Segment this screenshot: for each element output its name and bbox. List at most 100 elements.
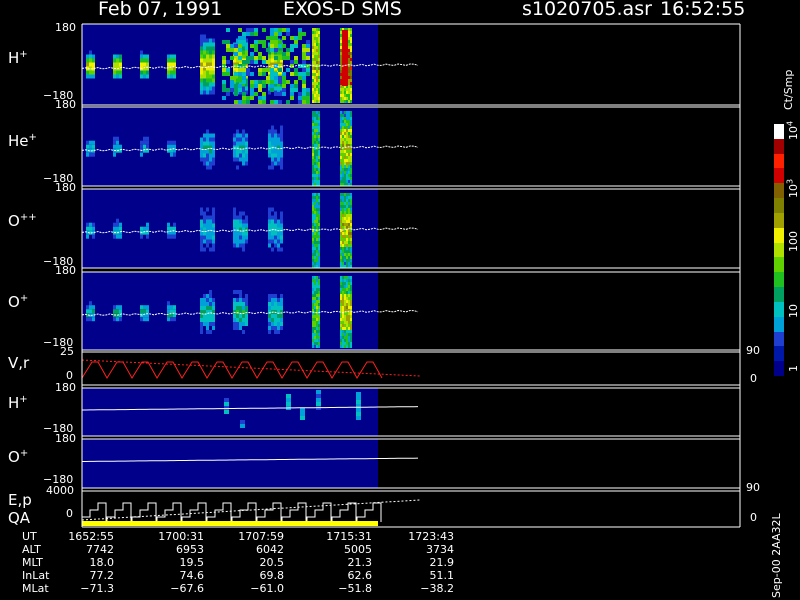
heatmap-cell (314, 126, 316, 129)
heatmap-cell (200, 330, 203, 334)
heatmap-cell (200, 62, 203, 67)
heatmap-cell (314, 303, 316, 306)
heatmap-cell (346, 162, 348, 165)
heatmap-cell (348, 327, 350, 330)
heatmap-cell (280, 133, 283, 138)
heatmap-cell (250, 60, 254, 64)
heatmap-cell (294, 36, 298, 40)
heatmap-cell (340, 100, 342, 103)
heatmap-cell (316, 123, 318, 126)
heatmap-cell (318, 76, 320, 79)
heatmap-cell (242, 72, 246, 76)
heatmap-cell (282, 92, 286, 96)
heatmap-cell (209, 153, 212, 158)
heatmap-cell (203, 137, 206, 142)
heatmap-cell (254, 80, 258, 84)
heatmap-cell (342, 97, 344, 100)
heatmap-cell (268, 326, 271, 330)
heatmap-cell (233, 290, 236, 294)
heatmap-cell (113, 317, 116, 322)
heatmap-cell (340, 79, 342, 82)
heatmap-cell (239, 302, 242, 306)
heatmap-cell (242, 68, 246, 72)
heatmap-cell (318, 70, 320, 73)
heatmap-cell (314, 211, 316, 214)
heatmap-cell (316, 165, 318, 168)
heatmap-cell (350, 282, 352, 285)
heatmap-cell (314, 202, 316, 205)
heatmap-cell (167, 140, 170, 145)
heatmap-cell (344, 291, 346, 294)
heatmap-cell (271, 207, 274, 212)
heatmap-cell (258, 84, 262, 88)
heatmap-cell (239, 149, 242, 154)
heatmap-cell (302, 92, 306, 96)
heatmap-cell (239, 215, 242, 220)
heatmap-cell (340, 123, 342, 126)
heatmap-cell (314, 306, 316, 309)
heatmap-cell (277, 314, 280, 318)
heatmap-cell (116, 309, 119, 314)
heatmap-cell (314, 226, 316, 229)
heatmap-cell (113, 136, 116, 141)
heatmap-cell (348, 111, 350, 114)
heatmap-cell (340, 199, 342, 202)
heatmap-cell (203, 74, 206, 79)
heatmap-cell (312, 288, 314, 291)
heatmap-cell (277, 247, 280, 252)
heatmap-cell (316, 58, 318, 61)
heatmap-cell (200, 86, 203, 91)
heatmap-cell (340, 259, 342, 262)
heatmap-cell (245, 145, 248, 150)
heatmap-cell (206, 219, 209, 224)
heatmap-cell (271, 306, 274, 310)
heatmap-cell (246, 32, 250, 36)
heatmap-cell (350, 141, 352, 144)
heatmap-cell (316, 211, 318, 214)
heatmap-cell (348, 159, 350, 162)
heatmap-cell (200, 78, 203, 83)
heatmap-cell (312, 49, 314, 52)
heatmap-cell (140, 74, 143, 79)
heatmap-cell (350, 303, 352, 306)
heatmap-cell (318, 91, 320, 94)
heatmap-cell (348, 58, 350, 61)
heatmap-cell (268, 219, 271, 224)
heatmap-cell (140, 152, 143, 157)
heatmap-cell (167, 74, 170, 79)
heatmap-cell (116, 62, 119, 67)
heatmap-cell (242, 149, 245, 154)
heatmap-cell (224, 410, 229, 414)
time-row-value: 69.8 (259, 569, 285, 582)
heatmap-cell (268, 54, 271, 59)
heatmap-cell (146, 234, 149, 239)
heatmap-cell (278, 32, 282, 36)
heatmap-cell (312, 276, 314, 279)
heatmap-cell (274, 219, 277, 224)
heatmap-cell (350, 174, 352, 177)
heatmap-cell (348, 120, 350, 123)
heatmap-cell (342, 250, 344, 253)
heatmap-cell (342, 306, 344, 309)
heatmap-cell (277, 298, 280, 302)
heatmap-cell (344, 217, 346, 220)
heatmap-cell (230, 84, 234, 88)
heatmap-cell (116, 74, 119, 79)
heatmap-cell (348, 211, 350, 214)
heatmap-cell (340, 276, 342, 279)
heatmap-cell (271, 129, 274, 134)
heatmap-cell (348, 37, 350, 40)
heatmap-cell (312, 259, 314, 262)
heatmap-cell (203, 314, 206, 318)
heatmap-cell (348, 220, 350, 223)
heatmap-cell (282, 28, 286, 32)
heatmap-cell (348, 85, 350, 88)
heatmap-cell (234, 84, 238, 88)
heatmap-cell (340, 223, 342, 226)
colorbar-segment (774, 198, 784, 214)
heatmap-cell (318, 288, 320, 291)
heatmap-cell (314, 52, 316, 55)
heatmap-cell (277, 243, 280, 248)
heatmap-cell (245, 302, 248, 306)
heatmap-cell (236, 239, 239, 244)
